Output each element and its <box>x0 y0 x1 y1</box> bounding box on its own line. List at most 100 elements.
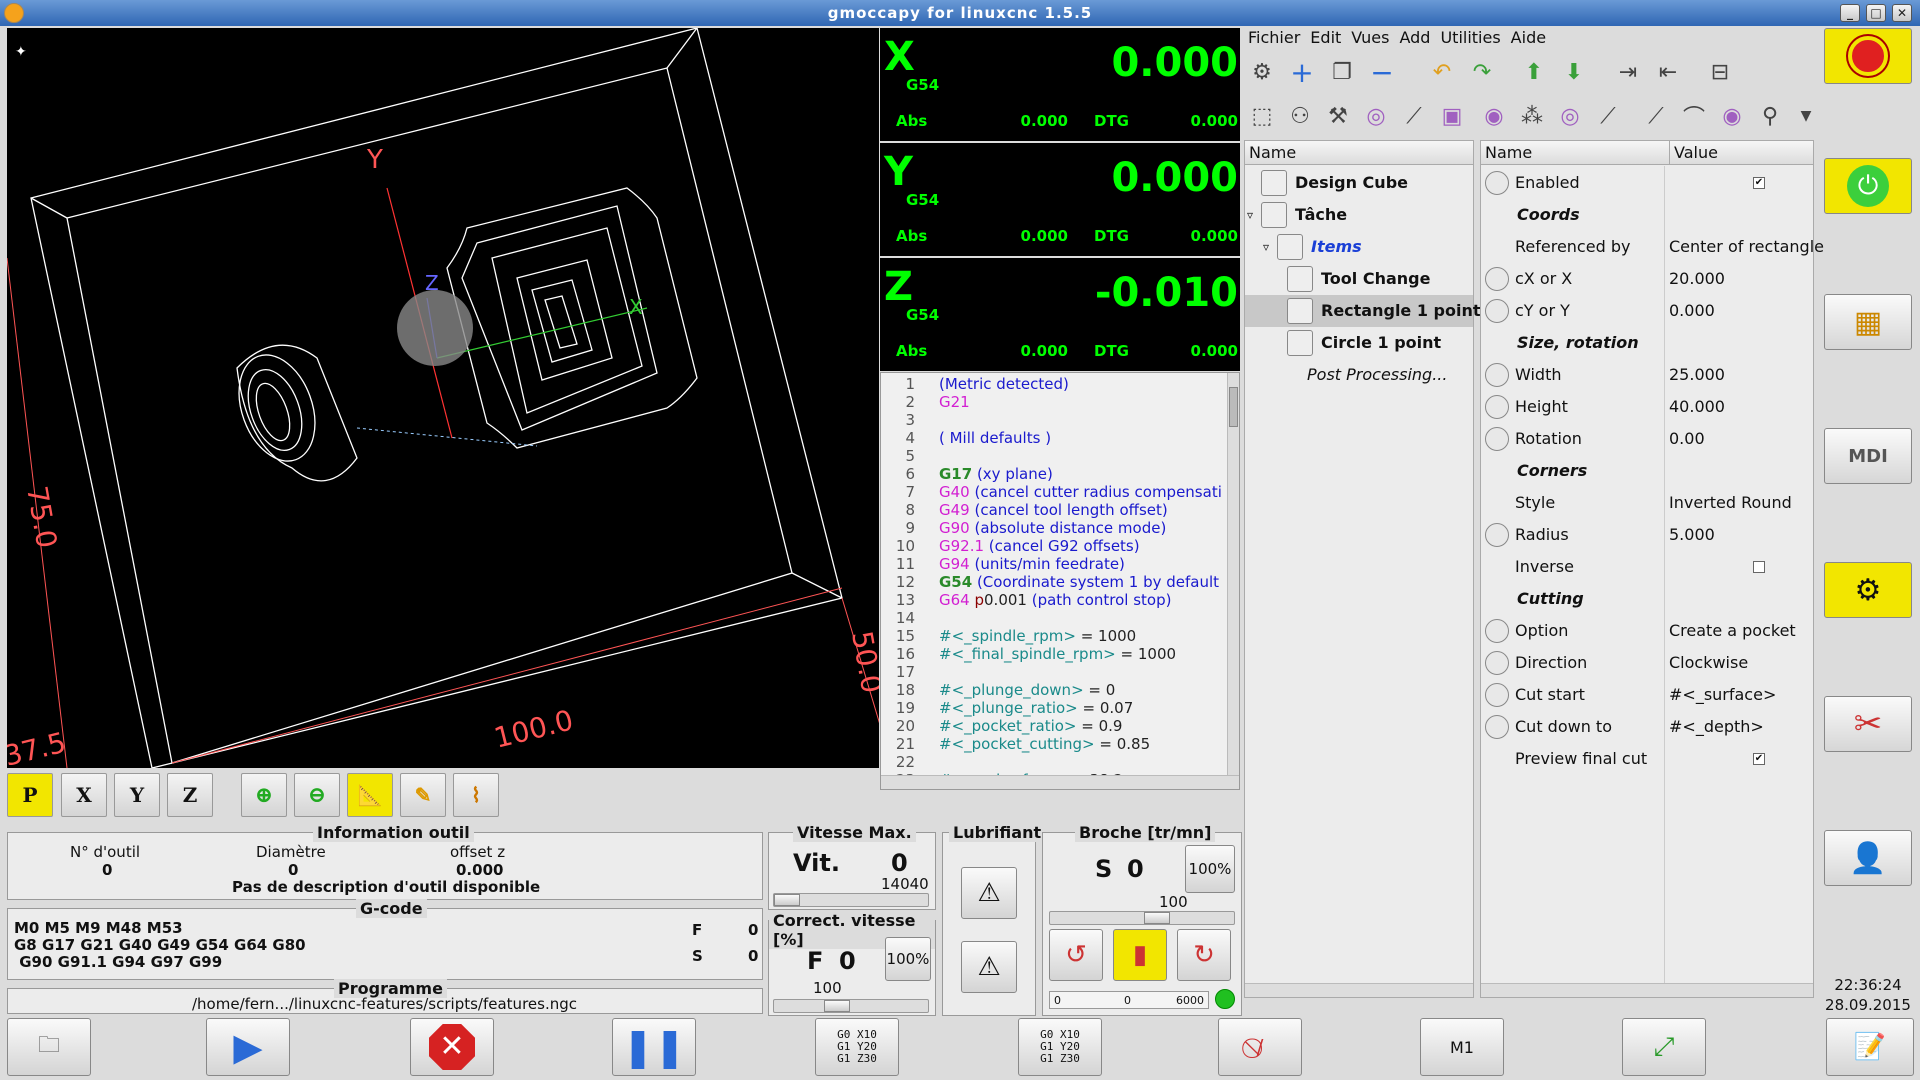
property-value[interactable]: Center of rectangle <box>1669 231 1824 263</box>
gcode-editor[interactable]: 1 (Metric detected) 2 G21 3 4 ( Mill defaults … <box>880 372 1240 790</box>
property-row[interactable]: Cut start #<_surface> <box>1481 679 1813 711</box>
fullscreen-button[interactable]: ⤢ <box>1622 1018 1706 1076</box>
dro-y[interactable]: Y G54 0.000 Abs 0.000 DTG 0.000 <box>880 143 1240 256</box>
gcode-line[interactable]: 12 G54 (Coordinate system 1 by default <box>881 573 1227 591</box>
edit-button[interactable]: 📝 <box>1826 1018 1914 1076</box>
clear-plot-button[interactable]: ⌇ <box>453 773 499 817</box>
machine-on-button[interactable]: ⏻ <box>1824 158 1912 214</box>
gcode-line[interactable]: 21 #<_pocket_cutting> = 0.85 <box>881 735 1227 753</box>
property-value[interactable]: 5.000 <box>1669 519 1715 551</box>
property-row[interactable]: Radius 5.000 <box>1481 519 1813 551</box>
property-value[interactable]: Clockwise <box>1669 647 1748 679</box>
property-value[interactable]: Create a pocket <box>1669 615 1796 647</box>
tree-item[interactable]: Tool Change <box>1245 263 1473 295</box>
settings-icon[interactable]: ⚙ <box>1246 56 1278 88</box>
gcode-line[interactable]: 8 G49 (cancel tool length offset) <box>881 501 1227 519</box>
property-value[interactable]: 0.00 <box>1669 423 1705 455</box>
stop-button[interactable]: ✕ <box>410 1018 494 1076</box>
max-velocity-knob[interactable] <box>774 894 800 906</box>
move-up-icon[interactable]: ⬆ <box>1518 56 1550 88</box>
run-button[interactable]: ▶ <box>206 1018 290 1076</box>
polyline-icon[interactable]: ⟋ <box>1640 100 1672 132</box>
tool-change-icon[interactable]: ⚒ <box>1322 100 1354 132</box>
close-button[interactable]: ✕ <box>1892 4 1912 22</box>
arc-icon[interactable]: ⌒ <box>1678 100 1710 132</box>
path-icon[interactable]: ⟋ <box>1592 100 1624 132</box>
gcode-hscrollbar[interactable] <box>881 775 1239 789</box>
property-value[interactable]: 40.000 <box>1669 391 1725 423</box>
property-row[interactable]: Option Create a pocket <box>1481 615 1813 647</box>
mdi-button[interactable]: MDI <box>1824 428 1912 484</box>
spindle-override-slider[interactable] <box>1049 911 1235 925</box>
gcode-line[interactable]: 7 G40 (cancel cutter radius compensati <box>881 483 1227 501</box>
run-from-line-button[interactable]: G0 X10 G1 Y20 G1 Z30 <box>1018 1018 1102 1076</box>
auto-mode-button[interactable]: ⚙ <box>1824 562 1912 618</box>
property-row[interactable]: Style Inverted Round <box>1481 487 1813 519</box>
undo-icon[interactable]: ↶ <box>1426 56 1458 88</box>
feed-override-slider[interactable] <box>773 999 929 1013</box>
more-dropdown-icon[interactable]: ▼ <box>1790 100 1822 132</box>
spindle-cw-button[interactable]: ↻ <box>1177 929 1231 981</box>
view-x-button[interactable]: X <box>61 773 107 817</box>
menu-item-vues[interactable]: Vues <box>1351 28 1389 47</box>
gcode-line[interactable]: 3 <box>881 411 1227 429</box>
gcode-line[interactable]: 9 G90 (absolute distance mode) <box>881 519 1227 537</box>
gcode-line[interactable]: 13 G64 p0.001 (path control stop) <box>881 591 1227 609</box>
collapse-icon[interactable]: ⊟ <box>1704 56 1736 88</box>
tree-hscrollbar[interactable] <box>1245 983 1473 997</box>
line-icon[interactable]: ⟋ <box>1398 100 1430 132</box>
gcode-line[interactable]: 10 G92.1 (cancel G92 offsets) <box>881 537 1227 555</box>
zoom-out-button[interactable]: ⊖ <box>294 773 340 817</box>
pocket-icon[interactable]: ◎ <box>1554 100 1586 132</box>
menu-item-aide[interactable]: Aide <box>1511 28 1546 47</box>
property-row[interactable]: Inverse <box>1481 551 1813 583</box>
duplicate-icon[interactable]: ❐ <box>1326 56 1358 88</box>
slot-icon[interactable]: ◉ <box>1478 100 1510 132</box>
view-y-button[interactable]: Y <box>114 773 160 817</box>
tree-item[interactable]: Rectangle 1 point <box>1245 295 1481 327</box>
dro-z[interactable]: Z G54 -0.010 Abs 0.000 DTG 0.000 <box>880 258 1240 371</box>
property-row[interactable]: Height 40.000 <box>1481 391 1813 423</box>
gcode-line[interactable]: 4 ( Mill defaults ) <box>881 429 1227 447</box>
unindent-icon[interactable]: ⇤ <box>1652 56 1684 88</box>
manual-mode-button[interactable]: ▦ <box>1824 294 1912 350</box>
property-row[interactable]: Cut down to #<_depth> <box>1481 711 1813 743</box>
properties-panel[interactable]: Name Value Enabled ✔ Coords Referenced by Ce… <box>1480 140 1824 998</box>
feed-override-reset-button[interactable]: 100% <box>885 937 931 981</box>
gcode-line[interactable]: 5 <box>881 447 1227 465</box>
estop-button[interactable] <box>1824 28 1912 84</box>
tree-item[interactable]: ▿ Items <box>1245 231 1473 263</box>
gcode-line[interactable]: 2 G21 <box>881 393 1227 411</box>
property-checkbox[interactable] <box>1753 561 1765 573</box>
tree-item[interactable]: Post Processing... <box>1245 359 1473 391</box>
expander-icon[interactable]: ▿ <box>1263 231 1269 263</box>
gcode-line[interactable]: 1 (Metric detected) <box>881 375 1227 393</box>
redo-icon[interactable]: ↷ <box>1466 56 1498 88</box>
menu-item-utilities[interactable]: Utilities <box>1440 28 1500 47</box>
property-value[interactable]: Inverted Round <box>1669 487 1792 519</box>
optional-stop-button[interactable]: M1 <box>1420 1018 1504 1076</box>
gcode-line[interactable]: 11 G94 (units/min feedrate) <box>881 555 1227 573</box>
gcode-line[interactable]: 20 #<_pocket_ratio> = 0.9 <box>881 717 1227 735</box>
spindle-override-reset-button[interactable]: 100% <box>1185 845 1235 893</box>
property-checkbox[interactable]: ✔ <box>1753 753 1765 765</box>
step-button[interactable]: G0 X10 G1 Y20 G1 Z30 <box>815 1018 899 1076</box>
spindle-ccw-button[interactable]: ↺ <box>1049 929 1103 981</box>
max-velocity-slider[interactable] <box>773 893 929 907</box>
probe-icon[interactable]: ⚲ <box>1754 100 1786 132</box>
property-value[interactable]: 20.000 <box>1669 263 1725 295</box>
maximize-button[interactable]: □ <box>1866 4 1886 22</box>
gcode-line[interactable]: 24 #<_tool_probe_set> = 0 <box>881 789 1227 790</box>
gcode-vscrollbar[interactable] <box>1227 373 1239 777</box>
property-value[interactable]: #<_surface> <box>1669 679 1776 711</box>
property-row[interactable]: cX or X 20.000 <box>1481 263 1813 295</box>
gcode-line[interactable]: 17 <box>881 663 1227 681</box>
rectangle-icon[interactable]: ▣ <box>1436 100 1468 132</box>
view-p-button[interactable]: P <box>7 773 53 817</box>
props-hscrollbar[interactable] <box>1481 983 1813 997</box>
property-value[interactable]: 0.000 <box>1669 295 1715 327</box>
gcode-line[interactable]: 19 #<_plunge_ratio> = 0.07 <box>881 699 1227 717</box>
property-checkbox[interactable]: ✔ <box>1753 177 1765 189</box>
menu-item-edit[interactable]: Edit <box>1310 28 1341 47</box>
flood-coolant-button[interactable]: ⚠ <box>961 867 1017 919</box>
